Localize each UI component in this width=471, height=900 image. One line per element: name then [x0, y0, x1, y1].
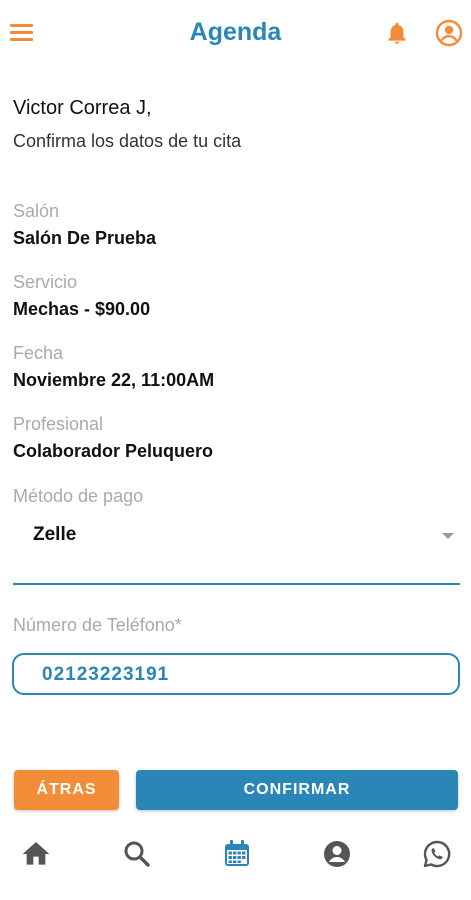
phone-value: 02123223191 — [42, 664, 170, 685]
salon-label: Salón — [13, 201, 60, 221]
payment-method-select[interactable]: Zelle — [13, 512, 460, 585]
dropdown-arrow-icon — [442, 533, 454, 539]
date-value: Noviembre 22, 11:00AM — [13, 370, 215, 390]
phone-label: Número de Teléfono* — [13, 615, 182, 635]
account-circle-icon[interactable] — [435, 19, 463, 47]
phone-input[interactable]: 02123223191 — [12, 653, 460, 695]
confirm-button[interactable]: CONFIRMAR — [136, 770, 458, 810]
service-label: Servicio — [13, 272, 78, 292]
service-value: Mechas - $90.00 — [13, 299, 151, 319]
confirm-instruction: Confirma los datos de tu cita — [13, 131, 242, 151]
salon-value: Salón De Prueba — [13, 228, 157, 248]
whatsapp-icon[interactable] — [421, 838, 453, 870]
payment-method-value: Zelle — [33, 524, 77, 545]
payment-method-label: Método de pago — [13, 486, 144, 506]
back-button[interactable]: ÁTRAS — [14, 770, 119, 810]
search-icon[interactable] — [121, 838, 153, 870]
bell-icon[interactable] — [384, 20, 410, 46]
home-icon[interactable] — [20, 838, 52, 870]
professional-value: Colaborador Peluquero — [13, 441, 214, 461]
calendar-icon[interactable] — [221, 838, 253, 870]
user-name-greeting: Victor Correa J, — [13, 97, 152, 119]
profile-icon[interactable] — [321, 838, 353, 870]
app-bar: Agenda — [0, 0, 471, 66]
date-label: Fecha — [13, 343, 64, 363]
professional-label: Profesional — [13, 414, 104, 434]
bottom-navigation — [0, 830, 471, 880]
